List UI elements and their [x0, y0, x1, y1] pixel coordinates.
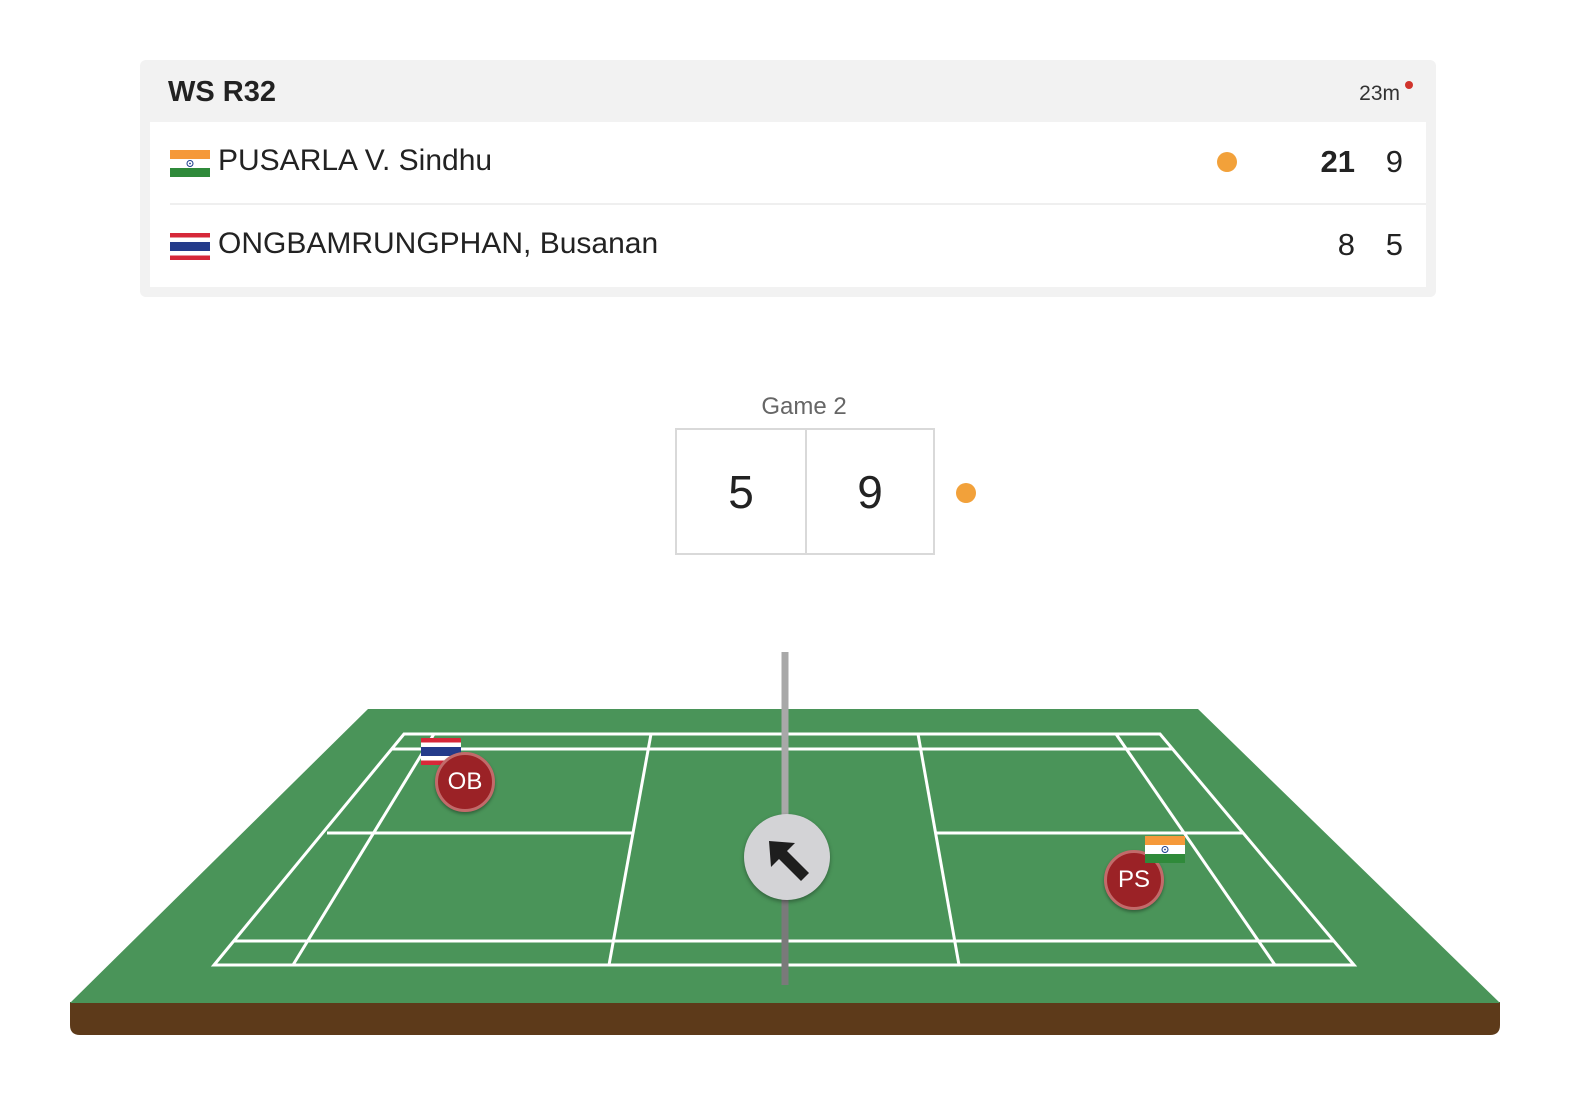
player-row-2: ONGBAMRUNGPHAN, Busanan 8 5	[150, 205, 1426, 286]
game-2-score: 9	[1385, 144, 1403, 179]
player-name: ONGBAMRUNGPHAN, Busanan	[218, 227, 659, 260]
live-indicator-icon	[1405, 81, 1413, 89]
right-side-score: 9	[805, 428, 935, 555]
scoreboard-body: PUSARLA V. Sindhu 21 9 ONGBAMRUNGPHAN, B…	[150, 122, 1426, 287]
player-name: PUSARLA V. Sindhu	[218, 144, 493, 177]
game-1-score: 21	[1320, 144, 1355, 179]
scoreboard-card: WS R32 23m PUSARLA V. Sindhu 21 9 ONGBAM…	[140, 60, 1436, 297]
player-marker-ob[interactable]: OB	[435, 752, 495, 812]
thailand-flag-icon	[170, 233, 210, 260]
current-game-serve-indicator-icon	[956, 483, 976, 503]
player-row-1: PUSARLA V. Sindhu 21 9	[150, 122, 1426, 205]
india-flag-icon	[170, 150, 210, 177]
game-2-score: 5	[1385, 227, 1403, 262]
court-base	[70, 1002, 1500, 1035]
match-duration: 23m	[1359, 82, 1400, 105]
left-side-score: 5	[675, 428, 807, 555]
current-game-label: Game 2	[761, 393, 847, 420]
game-1-score: 8	[1337, 227, 1355, 262]
arrow-up-left-icon	[769, 841, 809, 881]
shuttle-direction-button[interactable]	[744, 814, 830, 900]
scoreboard-header: WS R32 23m	[140, 60, 1436, 122]
event-round-label: WS R32	[168, 76, 276, 108]
india-flag-icon	[1145, 836, 1185, 863]
serve-indicator-icon	[1217, 152, 1237, 172]
